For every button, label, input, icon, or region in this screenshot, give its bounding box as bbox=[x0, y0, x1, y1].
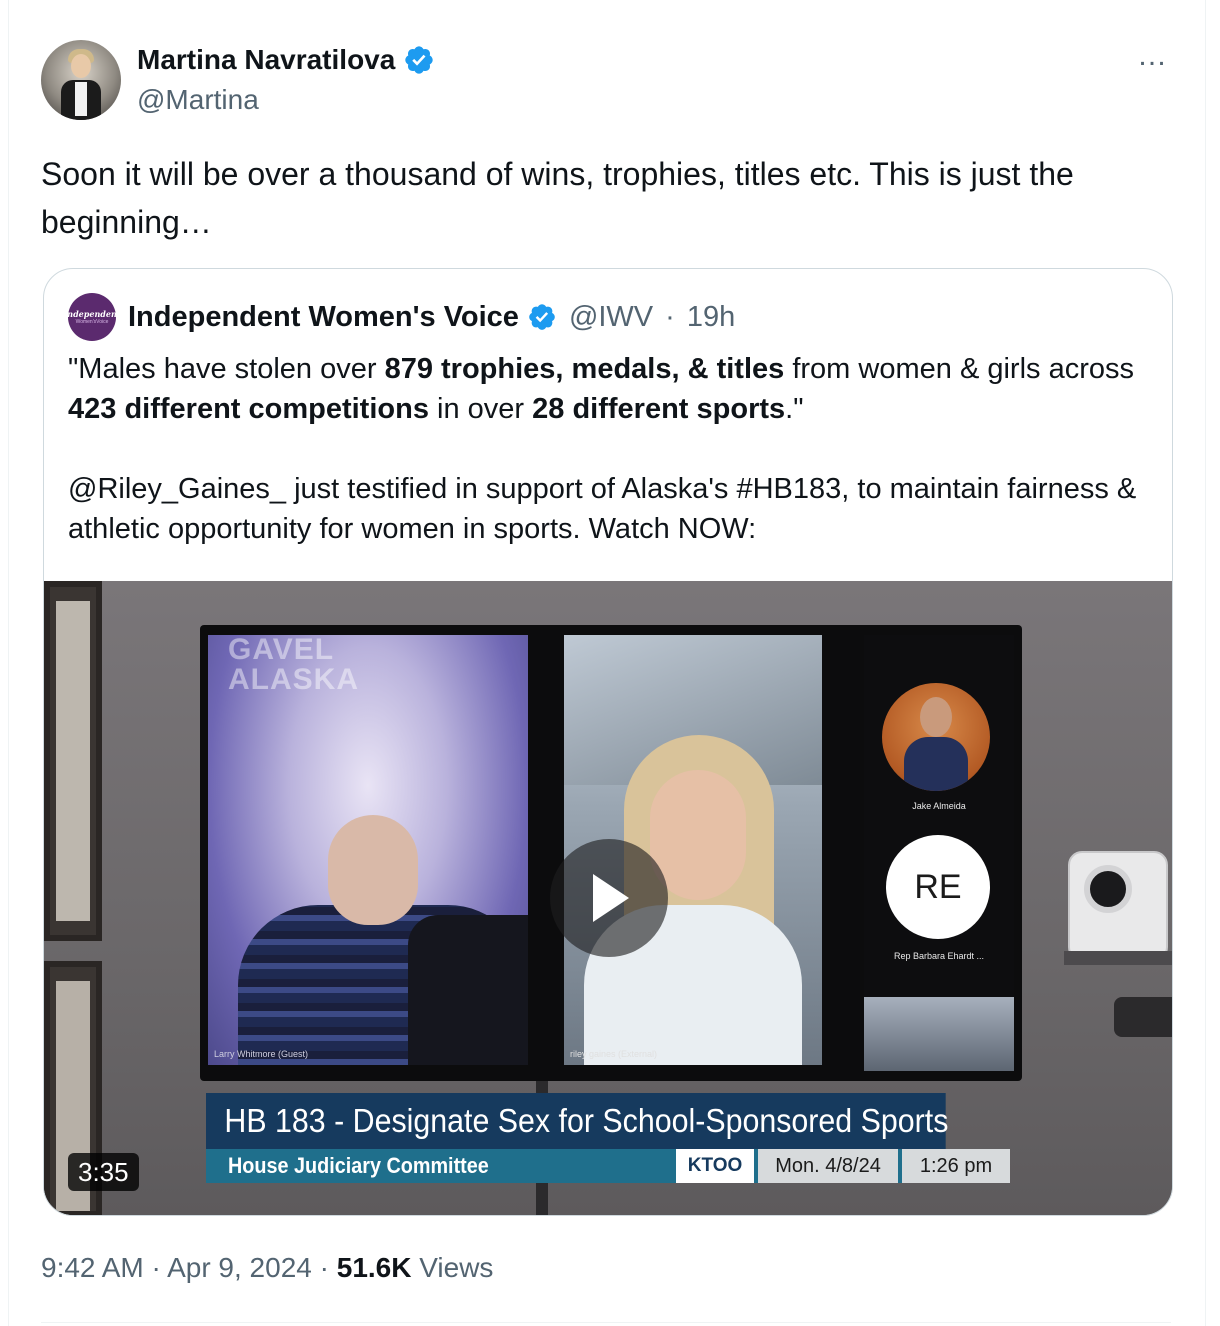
participant-initials: RE bbox=[886, 835, 990, 939]
guest-shadow bbox=[408, 915, 528, 1065]
tweet-text: Soon it will be over a thousand of wins,… bbox=[41, 156, 1074, 240]
wall-mount bbox=[1114, 997, 1172, 1037]
video-player[interactable]: GAVEL ALASKA Larry Whitmore (Guest) rile… bbox=[44, 581, 1172, 1215]
play-button[interactable] bbox=[550, 839, 668, 957]
video-duration-badge: 3:35 bbox=[68, 1153, 139, 1191]
footer-separator: · bbox=[311, 1252, 337, 1283]
more-options-icon[interactable]: … bbox=[1137, 41, 1168, 71]
verified-badge-icon bbox=[405, 46, 433, 74]
conference-camera bbox=[1068, 851, 1168, 961]
room-feed bbox=[864, 997, 1014, 1071]
quoted-tweet[interactable]: Independent Women'sVoice Independent Wom… bbox=[43, 268, 1173, 1216]
quoted-display-name[interactable]: Independent Women's Voice bbox=[128, 301, 519, 334]
quoted-text-part: in over bbox=[428, 393, 533, 425]
video-pane-guest: GAVEL ALASKA Larry Whitmore (Guest) bbox=[208, 635, 528, 1065]
quoted-text-bold: 879 trophies, medals, & titles bbox=[384, 353, 785, 385]
speaker-caption: riley gaines (External) bbox=[570, 1049, 658, 1059]
avatar-shirt bbox=[75, 82, 87, 116]
broadcast-time: 1:26 pm bbox=[902, 1149, 1010, 1183]
lower-third-committee: House Judiciary Committee bbox=[228, 1153, 489, 1178]
views-count[interactable]: 51.6K bbox=[337, 1252, 412, 1283]
camera-shelf bbox=[1064, 951, 1172, 965]
participant-label: Rep Barbara Ehardt ... bbox=[893, 951, 985, 961]
lower-third: HB 183 - Designate Sex for School-Sponso… bbox=[206, 1093, 1010, 1183]
quoted-text-second: @Riley_Gaines_ just testified in support… bbox=[68, 473, 1137, 545]
author-display-name[interactable]: Martina Navratilova bbox=[137, 44, 395, 76]
author-handle[interactable]: @Martina bbox=[137, 84, 259, 116]
author-avatar[interactable] bbox=[41, 40, 121, 120]
quoted-verified-badge-icon bbox=[529, 304, 555, 330]
tweet-card: Martina Navratilova @Martina … Soon it w… bbox=[8, 0, 1206, 1326]
quoted-text-part: "Males have stolen over bbox=[68, 353, 385, 385]
lower-third-headline: HB 183 - Designate Sex for School-Sponso… bbox=[206, 1093, 948, 1149]
quoted-handle[interactable]: @IWV bbox=[569, 301, 653, 334]
quoted-text-bold: 28 different sports bbox=[532, 393, 786, 425]
quoted-avatar-line2: Women'sVoice bbox=[75, 318, 109, 325]
quoted-text-part: ." bbox=[785, 393, 804, 425]
divider bbox=[41, 1322, 1171, 1323]
quoted-text-part: from women & girls across bbox=[784, 353, 1134, 385]
guest-caption: Larry Whitmore (Guest) bbox=[214, 1049, 309, 1059]
quoted-time[interactable]: 19h bbox=[687, 301, 735, 334]
post-time[interactable]: 9:42 AM bbox=[41, 1252, 144, 1283]
participant-sidebar: Jake Almeida RE Rep Barbara Ehardt ... bbox=[864, 635, 1014, 1071]
tweet-footer: 9:42 AM · Apr 9, 2024 · 51.6K Views bbox=[41, 1252, 493, 1284]
participant-avatar bbox=[882, 683, 990, 791]
quoted-text: "Males have stolen over 879 trophies, me… bbox=[68, 349, 1158, 549]
post-date[interactable]: Apr 9, 2024 bbox=[167, 1252, 312, 1283]
gavel-watermark: GAVEL ALASKA bbox=[228, 635, 359, 695]
station-logo: KTOO bbox=[676, 1149, 754, 1183]
guest-head bbox=[328, 815, 418, 925]
quoted-text-bold: 423 different competitions bbox=[68, 393, 429, 425]
avatar-head bbox=[71, 54, 91, 78]
quoted-separator: · bbox=[665, 300, 675, 333]
author-name-row: Martina Navratilova bbox=[137, 44, 435, 76]
quoted-avatar[interactable]: Independent Women'sVoice bbox=[64, 293, 120, 341]
views-label: Views bbox=[411, 1252, 494, 1283]
wall-frame bbox=[44, 581, 102, 941]
broadcast-date: Mon. 4/8/24 bbox=[758, 1149, 898, 1183]
quoted-avatar-line1: Independent bbox=[63, 308, 121, 319]
participant-label: Jake Almeida bbox=[912, 801, 966, 811]
watermark-line: ALASKA bbox=[228, 663, 359, 696]
play-icon bbox=[593, 874, 629, 922]
footer-separator: · bbox=[143, 1252, 168, 1283]
watermark-line: GAVEL bbox=[228, 635, 335, 666]
quoted-header: Independent Women'sVoice Independent Wom… bbox=[64, 293, 735, 341]
